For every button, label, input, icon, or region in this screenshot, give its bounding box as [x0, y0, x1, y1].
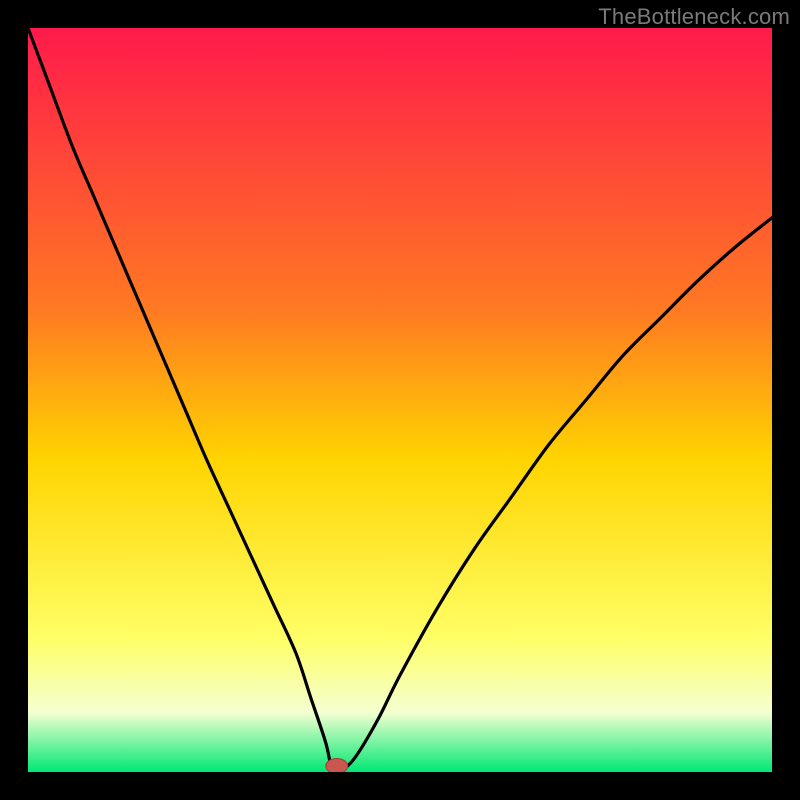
plot-area: [28, 28, 772, 772]
watermark-text: TheBottleneck.com: [598, 4, 790, 30]
bottleneck-chart: [28, 28, 772, 772]
optimal-marker: [326, 759, 348, 773]
gradient-background: [28, 28, 772, 772]
outer-frame: TheBottleneck.com: [0, 0, 800, 800]
